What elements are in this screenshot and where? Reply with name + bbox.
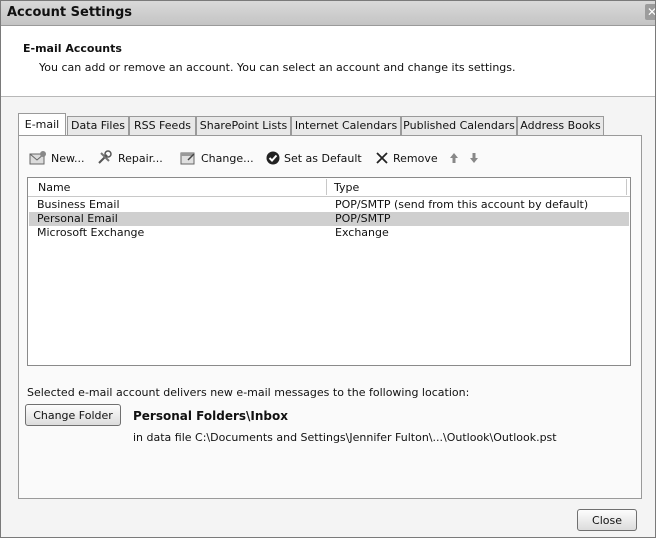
tab-internet-calendars[interactable]: Internet Calendars: [291, 116, 401, 135]
delivery-folder-path: Personal Folders\Inbox: [133, 409, 288, 423]
account-row-microsoft-exchange[interactable]: Microsoft Exchange Exchange: [29, 226, 629, 240]
account-type: POP/SMTP: [335, 212, 391, 225]
change-folder-button[interactable]: Change Folder: [25, 404, 121, 426]
change-button-label: Change...: [201, 151, 254, 165]
move-up-button[interactable]: [449, 148, 459, 168]
header-title: E-mail Accounts: [23, 42, 122, 55]
tab-sharepoint-lists[interactable]: SharePoint Lists: [196, 116, 291, 135]
repair-tools-icon: [96, 150, 114, 166]
account-list[interactable]: Name Type Business Email POP/SMTP (send …: [27, 177, 631, 366]
email-tab-panel: New... Repair... Change... Set as Defaul…: [18, 135, 642, 499]
tab-rss-feeds[interactable]: RSS Feeds: [129, 116, 196, 135]
account-type: Exchange: [335, 226, 389, 239]
window-title: Account Settings: [7, 5, 133, 20]
account-row-personal-email[interactable]: Personal Email POP/SMTP: [29, 212, 629, 226]
list-column-header: Name Type: [28, 178, 630, 197]
close-button[interactable]: Close: [577, 509, 637, 531]
header-description: You can add or remove an account. You ca…: [39, 61, 516, 74]
tab-address-books[interactable]: Address Books: [517, 116, 604, 135]
tab-published-calendars[interactable]: Published Calendars: [401, 116, 517, 135]
title-bar[interactable]: Account Settings ✕: [1, 1, 655, 26]
account-name: Personal Email: [37, 212, 118, 225]
remove-button-label: Remove: [393, 151, 438, 165]
account-row-business-email[interactable]: Business Email POP/SMTP (send from this …: [29, 198, 629, 212]
repair-button[interactable]: Repair...: [96, 148, 163, 168]
account-toolbar: New... Repair... Change... Set as Defaul…: [19, 148, 619, 168]
account-name: Business Email: [37, 198, 120, 211]
change-button[interactable]: Change...: [179, 148, 254, 168]
remove-x-icon: [375, 151, 389, 165]
arrow-down-icon: [469, 152, 479, 164]
account-type: POP/SMTP (send from this account by defa…: [335, 198, 589, 211]
column-header-type[interactable]: Type: [334, 181, 359, 194]
close-window-icon[interactable]: ✕: [645, 4, 655, 20]
new-button[interactable]: New...: [29, 148, 84, 168]
remove-button[interactable]: Remove: [375, 148, 438, 168]
column-header-name[interactable]: Name: [38, 181, 70, 194]
arrow-up-icon: [449, 152, 459, 164]
change-account-icon: [179, 150, 197, 166]
column-divider[interactable]: [326, 179, 327, 195]
dialog-header: E-mail Accounts You can add or remove an…: [1, 26, 655, 97]
account-name: Microsoft Exchange: [37, 226, 145, 239]
tab-data-files[interactable]: Data Files: [67, 116, 129, 135]
account-settings-window: Account Settings ✕ E-mail Accounts You c…: [0, 0, 656, 538]
checkmark-circle-icon: [266, 151, 280, 165]
delivery-location-description: Selected e-mail account delivers new e-m…: [27, 386, 470, 399]
repair-button-label: Repair...: [118, 151, 163, 165]
column-divider[interactable]: [626, 179, 627, 195]
move-down-button[interactable]: [469, 148, 479, 168]
data-file-path: in data file C:\Documents and Settings\J…: [133, 431, 557, 444]
tab-email[interactable]: E-mail: [18, 113, 66, 135]
set-as-default-label: Set as Default: [284, 151, 362, 165]
new-account-icon: [29, 150, 47, 166]
new-button-label: New...: [51, 151, 85, 165]
set-as-default-button[interactable]: Set as Default: [266, 148, 362, 168]
